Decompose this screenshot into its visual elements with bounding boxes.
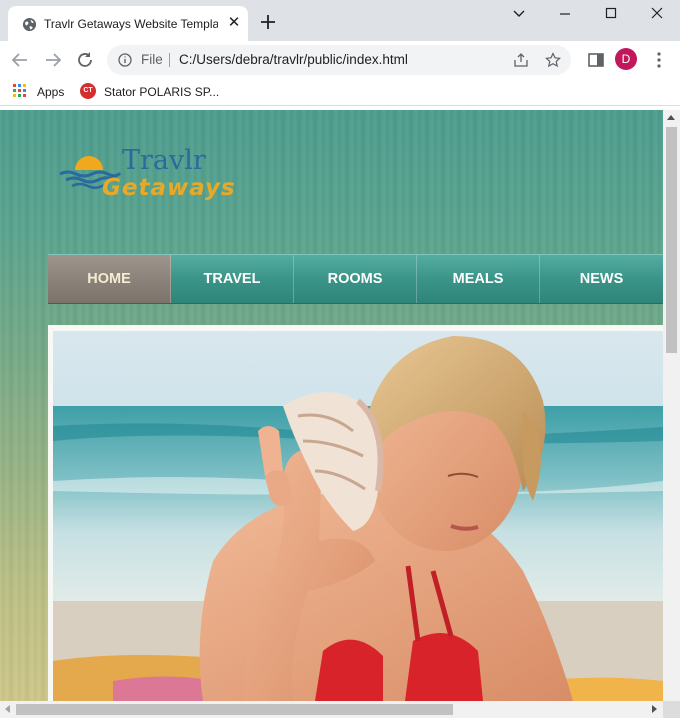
site-logo[interactable]: Travlr Getaways bbox=[58, 144, 248, 208]
horizontal-scrollbar[interactable] bbox=[0, 701, 663, 718]
tab-title: Travlr Getaways Website Template bbox=[44, 17, 218, 31]
nav-home[interactable]: HOME bbox=[48, 255, 171, 303]
horizontal-scroll-thumb[interactable] bbox=[16, 704, 453, 715]
browser-toolbar: File C:/Users/debra/travlr/public/index.… bbox=[0, 41, 680, 78]
nav-rooms[interactable]: ROOMS bbox=[294, 255, 417, 303]
share-icon[interactable] bbox=[513, 52, 529, 68]
back-arrow-icon[interactable] bbox=[9, 49, 31, 71]
main-nav: HOME TRAVEL ROOMS MEALS NEWS bbox=[48, 254, 663, 304]
maximize-icon[interactable] bbox=[596, 4, 626, 24]
logo-text-getaways: Getaways bbox=[102, 175, 236, 201]
bookmark-stator-polaris[interactable]: Stator POLARIS SP... bbox=[104, 84, 219, 100]
close-icon[interactable] bbox=[642, 4, 672, 24]
more-options-icon[interactable] bbox=[648, 49, 670, 71]
nav-news[interactable]: NEWS bbox=[540, 255, 663, 303]
tab-close-icon[interactable]: ✕ bbox=[226, 15, 242, 31]
minimize-icon[interactable] bbox=[550, 4, 580, 24]
tab-strip: Travlr Getaways Website Template ✕ bbox=[0, 0, 680, 41]
nav-travel[interactable]: TRAVEL bbox=[171, 255, 294, 303]
address-bar[interactable]: File C:/Users/debra/travlr/public/index.… bbox=[107, 45, 571, 75]
apps-grid-icon[interactable] bbox=[13, 84, 27, 98]
bookmark-apps[interactable]: Apps bbox=[37, 84, 64, 100]
address-divider bbox=[169, 53, 170, 67]
logo-text-travlr: Travlr bbox=[122, 145, 206, 176]
page-viewport: Travlr Getaways HOME TRAVEL ROOMS MEALS … bbox=[0, 110, 663, 701]
reload-icon[interactable] bbox=[74, 49, 96, 71]
nav-meals[interactable]: MEALS bbox=[417, 255, 540, 303]
woman-with-seashell-image bbox=[53, 331, 663, 701]
scroll-right-icon[interactable] bbox=[652, 705, 657, 713]
ct-icon: CT bbox=[80, 83, 96, 99]
bookmark-star-icon[interactable] bbox=[545, 52, 561, 68]
profile-avatar[interactable]: D bbox=[615, 48, 637, 70]
url-scheme-label: File bbox=[141, 52, 163, 67]
side-panel-icon[interactable] bbox=[585, 49, 607, 71]
scrollbar-corner bbox=[663, 701, 680, 718]
plus-icon[interactable] bbox=[258, 12, 278, 32]
globe-icon bbox=[22, 17, 37, 32]
vertical-scroll-thumb[interactable] bbox=[666, 127, 677, 353]
vertical-scrollbar[interactable] bbox=[663, 110, 680, 701]
info-icon[interactable] bbox=[118, 53, 132, 67]
url-text[interactable]: C:/Users/debra/travlr/public/index.html bbox=[179, 51, 408, 69]
chevron-down-icon[interactable] bbox=[504, 4, 534, 24]
hero-image bbox=[53, 331, 663, 701]
bookmarks-bar: Apps CT Stator POLARIS SP... bbox=[0, 78, 680, 106]
scroll-left-icon[interactable] bbox=[5, 705, 10, 713]
browser-tab[interactable]: Travlr Getaways Website Template ✕ bbox=[8, 6, 248, 41]
scroll-up-icon[interactable] bbox=[667, 115, 675, 120]
forward-arrow-icon[interactable] bbox=[42, 49, 64, 71]
